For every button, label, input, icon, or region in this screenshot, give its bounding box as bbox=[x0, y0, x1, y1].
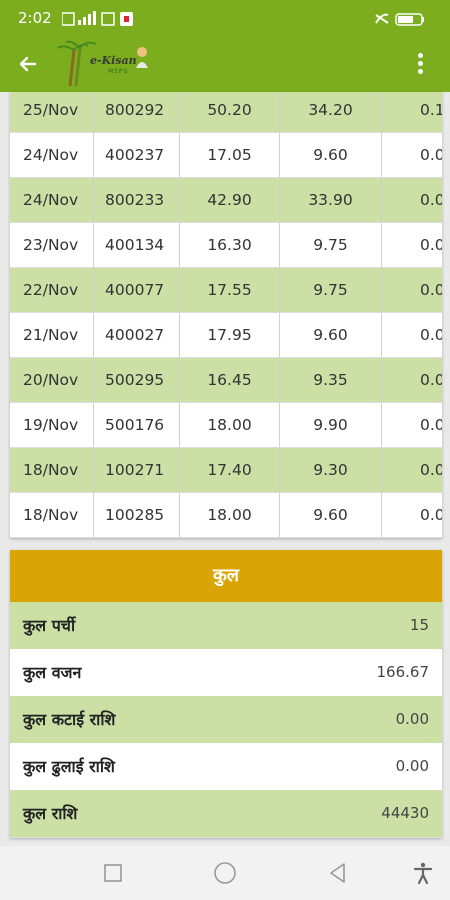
summary-value: 166.67 bbox=[376, 663, 430, 681]
status-icons-right bbox=[375, 13, 424, 26]
accessibility-icon[interactable] bbox=[411, 861, 435, 885]
summary-label: कुल ढुलाई राशि bbox=[23, 757, 115, 776]
cell-value-1: 17.05 bbox=[180, 133, 280, 177]
cell-value-3: 0.0 bbox=[420, 281, 442, 299]
arrow-back-icon bbox=[19, 56, 37, 72]
summary-label: कुल पर्ची bbox=[23, 616, 76, 635]
summary-value: 44430 bbox=[381, 804, 429, 822]
data-table[interactable]: 25/Nov 800292 50.20 34.20 0.1 24/Nov 400237 17.… bbox=[10, 92, 442, 538]
table-row[interactable]: 24/Nov 400237 17.05 9.60 0.0 bbox=[10, 133, 442, 178]
cell-date: 24/Nov bbox=[10, 178, 94, 222]
cell-value-1: 16.45 bbox=[180, 358, 280, 402]
back-button[interactable] bbox=[14, 50, 42, 78]
summary-label: कुल कटाई राशि bbox=[23, 710, 116, 729]
cell-slip-number: 800292 bbox=[94, 92, 180, 132]
cell-value-2: 33.90 bbox=[280, 178, 382, 222]
cell-value-2: 34.20 bbox=[280, 92, 382, 132]
table-row[interactable]: 23/Nov 400134 16.30 9.75 0.0 bbox=[10, 223, 442, 268]
cell-value-1: 16.30 bbox=[180, 223, 280, 267]
cell-value-2: 9.75 bbox=[280, 268, 382, 312]
square-icon[interactable] bbox=[101, 861, 125, 885]
cell-value-3: 0.0 bbox=[420, 236, 442, 254]
summary-row: कुल राशि 44430 bbox=[10, 790, 442, 838]
cell-value-2: 9.30 bbox=[280, 448, 382, 492]
system-nav-bar bbox=[0, 846, 450, 900]
cell-value-2: 9.60 bbox=[280, 133, 382, 177]
cell-date: 19/Nov bbox=[10, 403, 94, 447]
cell-value-1: 17.40 bbox=[180, 448, 280, 492]
status-bar: 2:02 bbox=[0, 0, 450, 36]
table-row[interactable]: 21/Nov 400027 17.95 9.60 0.0 bbox=[10, 313, 442, 358]
cell-value-3: 0.0 bbox=[420, 416, 442, 434]
cell-value-3: 0.0 bbox=[420, 326, 442, 344]
table-row[interactable]: 19/Nov 500176 18.00 9.90 0.0 bbox=[10, 403, 442, 448]
cell-value-2: 9.60 bbox=[280, 493, 382, 537]
table-row[interactable]: 20/Nov 500295 16.45 9.35 0.0 bbox=[10, 358, 442, 403]
summary-label: कुल वजन bbox=[23, 663, 82, 682]
summary-row: कुल वजन 166.67 bbox=[10, 649, 442, 697]
cell-date: 22/Nov bbox=[10, 268, 94, 312]
summary-title: कुल bbox=[10, 550, 442, 602]
app-logo: e-Kisan MSPS bbox=[56, 40, 156, 88]
cell-slip-number: 400077 bbox=[94, 268, 180, 312]
cell-date: 25/Nov bbox=[10, 92, 94, 132]
logo-text: e-Kisan bbox=[90, 54, 137, 67]
summary-value: 0.00 bbox=[395, 710, 429, 728]
triangle-back-icon[interactable] bbox=[326, 861, 350, 885]
cell-slip-number: 400237 bbox=[94, 133, 180, 177]
cell-value-1: 17.55 bbox=[180, 268, 280, 312]
status-time: 2:02 bbox=[18, 9, 52, 27]
cell-value-3: 0.0 bbox=[420, 461, 442, 479]
summary-card: कुल कुल पर्ची 15 कुल वजन 166.67 कुल कटाई राश… bbox=[10, 550, 442, 838]
cell-value-2: 9.75 bbox=[280, 223, 382, 267]
cell-slip-number: 800233 bbox=[94, 178, 180, 222]
status-icons-left bbox=[62, 11, 133, 26]
cell-slip-number: 500176 bbox=[94, 403, 180, 447]
table-row[interactable]: 22/Nov 400077 17.55 9.75 0.0 bbox=[10, 268, 442, 313]
cell-date: 18/Nov bbox=[10, 448, 94, 492]
cell-date: 23/Nov bbox=[10, 223, 94, 267]
summary-value: 0.00 bbox=[395, 757, 429, 775]
cell-slip-number: 400027 bbox=[94, 313, 180, 357]
cell-value-2: 9.90 bbox=[280, 403, 382, 447]
cell-value-3: 0.1 bbox=[420, 101, 442, 119]
cell-value-3: 0.0 bbox=[420, 371, 442, 389]
cell-value-1: 50.20 bbox=[180, 92, 280, 132]
summary-value: 15 bbox=[409, 616, 429, 634]
table-row[interactable]: 18/Nov 100285 18.00 9.60 0.0 bbox=[10, 493, 442, 538]
table-row[interactable]: 24/Nov 800233 42.90 33.90 0.0 bbox=[10, 178, 442, 223]
summary-row: कुल ढुलाई राशि 0.00 bbox=[10, 743, 442, 791]
cell-value-1: 42.90 bbox=[180, 178, 280, 222]
summary-row: कुल पर्ची 15 bbox=[10, 602, 442, 650]
summary-label: कुल राशि bbox=[23, 804, 78, 823]
cell-value-3: 0.0 bbox=[420, 191, 442, 209]
cell-value-1: 18.00 bbox=[180, 493, 280, 537]
cell-date: 20/Nov bbox=[10, 358, 94, 402]
logo-subtext: MSPS bbox=[108, 68, 129, 75]
cell-value-1: 18.00 bbox=[180, 403, 280, 447]
summary-row: कुल कटाई राशि 0.00 bbox=[10, 696, 442, 744]
cell-slip-number: 100285 bbox=[94, 493, 180, 537]
cell-slip-number: 400134 bbox=[94, 223, 180, 267]
cell-slip-number: 500295 bbox=[94, 358, 180, 402]
circle-icon[interactable] bbox=[213, 861, 237, 885]
cell-date: 21/Nov bbox=[10, 313, 94, 357]
cell-value-2: 9.60 bbox=[280, 313, 382, 357]
table-row[interactable]: 18/Nov 100271 17.40 9.30 0.0 bbox=[10, 448, 442, 493]
cell-value-2: 9.35 bbox=[280, 358, 382, 402]
cell-date: 24/Nov bbox=[10, 133, 94, 177]
more-vert-icon[interactable] bbox=[412, 50, 428, 78]
cell-value-3: 0.0 bbox=[420, 146, 442, 164]
app-bar: e-Kisan MSPS bbox=[0, 36, 450, 92]
cell-date: 18/Nov bbox=[10, 493, 94, 537]
table-row[interactable]: 25/Nov 800292 50.20 34.20 0.1 bbox=[10, 92, 442, 133]
cell-slip-number: 100271 bbox=[94, 448, 180, 492]
cell-value-1: 17.95 bbox=[180, 313, 280, 357]
cell-value-3: 0.0 bbox=[420, 506, 442, 524]
